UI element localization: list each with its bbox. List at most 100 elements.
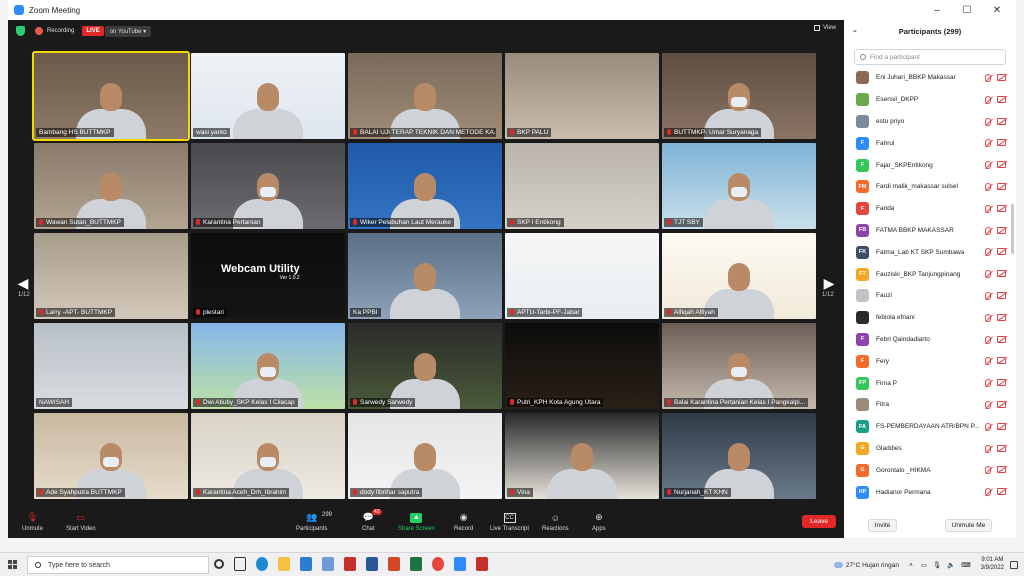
video-off-icon — [997, 270, 1006, 278]
video-tile[interactable]: TJT SBY — [662, 143, 816, 229]
participant-list-scrollbar[interactable] — [1011, 204, 1014, 254]
video-tile[interactable]: Larry -APT- BUTTMKP — [34, 233, 188, 319]
participant-row[interactable]: G Gladdies — [844, 438, 1016, 460]
participant-row[interactable]: FA FS-PEMBERDAYAAN ATR/BPN P... — [844, 416, 1016, 438]
apps-button[interactable]: ⊕ Apps — [592, 506, 606, 538]
video-off-icon — [997, 444, 1006, 452]
video-tile[interactable]: SKP I Entikong — [505, 143, 659, 229]
invite-button[interactable]: Invite — [867, 518, 898, 532]
participant-row[interactable]: Esensil_DKPP — [844, 89, 1016, 111]
unmute-button[interactable]: 🎙 Unmute — [22, 506, 43, 538]
taskbar-search-input[interactable]: Type here to search — [27, 556, 209, 574]
video-tile[interactable]: Putri_KPH Kota Agung Utara — [505, 323, 659, 409]
video-off-icon — [997, 379, 1006, 387]
live-transcript-label: Live Transcript — [490, 525, 530, 532]
volume-icon[interactable]: 🔈 — [947, 561, 955, 569]
participant-row[interactable]: G Gorontalo _HIKMA — [844, 459, 1016, 481]
edge-browser-icon[interactable] — [256, 557, 268, 571]
participant-row[interactable]: F Fahrul — [844, 132, 1016, 154]
leave-button[interactable]: Leave — [802, 515, 836, 528]
participant-row[interactable]: Fitra — [844, 394, 1016, 416]
participant-row[interactable]: F Farida — [844, 198, 1016, 220]
cortana-icon[interactable] — [214, 559, 224, 569]
participant-name-label: Dwi Atiutiy_SKP Kelas I Cilacap — [193, 398, 298, 407]
acrobat-icon[interactable] — [476, 557, 488, 571]
video-tile[interactable]: Wawan Sutan_BUTTMKP — [34, 143, 188, 229]
video-tile[interactable]: dody fibrihar saputra — [348, 413, 502, 499]
video-tile[interactable]: BUTTMKP- Umar Suryanaga — [662, 53, 816, 139]
video-tile[interactable]: wasi yanto — [191, 53, 345, 139]
video-tile[interactable]: BALAI UJI TERAP TEKNIK DAN METODE KA... — [348, 53, 502, 139]
taskbar-clock[interactable]: 9:01 AM 3/9/2022 — [981, 557, 1004, 573]
view-button[interactable]: View — [814, 25, 836, 31]
participant-row[interactable]: FM Fardi malik_makassar sulsel — [844, 176, 1016, 198]
video-tile[interactable]: Dwi Atiutiy_SKP Kelas I Cilacap — [191, 323, 345, 409]
notification-icon[interactable] — [1010, 561, 1018, 569]
start-video-button[interactable]: ▭ Start Video — [66, 506, 96, 538]
video-off-icon: ▭ — [76, 512, 86, 522]
participant-row[interactable]: estu priyo — [844, 111, 1016, 133]
participant-row[interactable]: FP Firna P — [844, 372, 1016, 394]
video-tile[interactable]: Ka PPBI — [348, 233, 502, 319]
video-tile[interactable]: Karantina Aceh_Drh_Ibrahim — [191, 413, 345, 499]
video-tile[interactable]: NAWISAH — [34, 323, 188, 409]
video-tile[interactable]: Wiker Pelabuhan Laut Merauke — [348, 143, 502, 229]
participant-row[interactable]: FK Fatma_Lab KT SKP Sumbawa — [844, 241, 1016, 263]
reactions-button[interactable]: ☺ Reactions — [542, 506, 569, 538]
excel-icon[interactable] — [410, 557, 422, 571]
participant-row[interactable]: FT Fauziski_BKP Tanjungpinang — [844, 263, 1016, 285]
word-icon[interactable] — [366, 557, 378, 571]
video-tile[interactable]: APTU-Tarbi-PF-Jabar — [505, 233, 659, 319]
participant-row[interactable]: F Fery — [844, 350, 1016, 372]
tray-overflow-icon[interactable]: ˄ — [909, 562, 913, 569]
powerpoint-icon[interactable] — [388, 557, 400, 571]
unmute-me-button[interactable]: Unmute Me — [944, 518, 993, 532]
participant-row[interactable]: Eni Juhari_BBKP Makassar — [844, 67, 1016, 89]
share-screen-button[interactable]: ▲ Share Screen — [398, 506, 435, 538]
next-page-arrow-icon[interactable]: ▶ — [822, 275, 836, 291]
video-tile[interactable]: BKP PALU — [505, 53, 659, 139]
mcafee-icon[interactable] — [344, 557, 356, 571]
maximize-button[interactable]: ☐ — [952, 0, 982, 20]
app-l-icon[interactable] — [322, 557, 334, 571]
collapse-chevron-icon[interactable]: ⌄ — [852, 26, 858, 34]
participant-row[interactable]: F Febri Qaindadiarto — [844, 329, 1016, 351]
participant-row[interactable]: HP Hadianor Permana — [844, 481, 1016, 503]
live-destination-dropdown[interactable]: on YouTube ▾ — [104, 25, 152, 37]
close-button[interactable]: ✕ — [982, 0, 1012, 20]
previous-page-arrow-icon[interactable]: ◀ — [16, 275, 30, 291]
chrome-icon[interactable] — [432, 557, 444, 571]
live-transcript-button[interactable]: CC Live Transcript — [490, 506, 529, 538]
zoom-taskbar-icon[interactable] — [454, 557, 466, 571]
participant-row[interactable]: FB FATMA BBKP MAKASSAR — [844, 220, 1016, 242]
video-tile[interactable]: Bambang HS BUTTMKP — [32, 51, 190, 141]
windows-start-icon[interactable] — [8, 560, 17, 569]
video-tile[interactable]: Nurjanah_KT KHN — [662, 413, 816, 499]
video-feed — [505, 53, 659, 139]
record-button[interactable]: ◉ Record — [454, 506, 473, 538]
video-tile[interactable]: Balai Karantina Pertanian Kelas I Pangka… — [662, 323, 816, 409]
mic-tray-icon[interactable]: 🎙 — [933, 561, 941, 569]
video-tile[interactable]: Karantina Pertanian — [191, 143, 345, 229]
video-tile[interactable]: Alfiqah Alfiyah — [662, 233, 816, 319]
video-tile[interactable]: Vina — [505, 413, 659, 499]
mic-off-icon — [985, 444, 991, 453]
participants-button[interactable]: 👥 Participants — [296, 506, 327, 538]
security-shield-icon[interactable] — [16, 26, 25, 36]
weather-text[interactable]: 27°C Hujan ringan — [846, 562, 899, 569]
participant-row[interactable]: febiola efriani — [844, 307, 1016, 329]
mail-icon[interactable] — [300, 557, 312, 571]
video-tile[interactable]: Ade Syahputra BUTTMKP — [34, 413, 188, 499]
task-view-icon[interactable] — [234, 557, 246, 571]
file-explorer-icon[interactable] — [278, 557, 290, 571]
participant-list-name: Firna P — [876, 379, 897, 387]
participant-row[interactable]: F Fajar_SKPEntikong — [844, 154, 1016, 176]
window-title: Zoom Meeting — [29, 5, 81, 15]
video-tile[interactable]: Webcam Utility Ver 1.0.2 plestari — [191, 233, 345, 319]
participant-search-input[interactable]: Find a participant — [854, 49, 1006, 65]
participant-row[interactable]: Fauzi — [844, 285, 1016, 307]
language-icon[interactable]: ⌨ — [961, 561, 970, 569]
video-tile[interactable]: Sarwedy Sarwedy — [348, 323, 502, 409]
network-icon[interactable]: ▭ — [921, 561, 927, 569]
minimize-button[interactable]: – — [922, 0, 952, 20]
